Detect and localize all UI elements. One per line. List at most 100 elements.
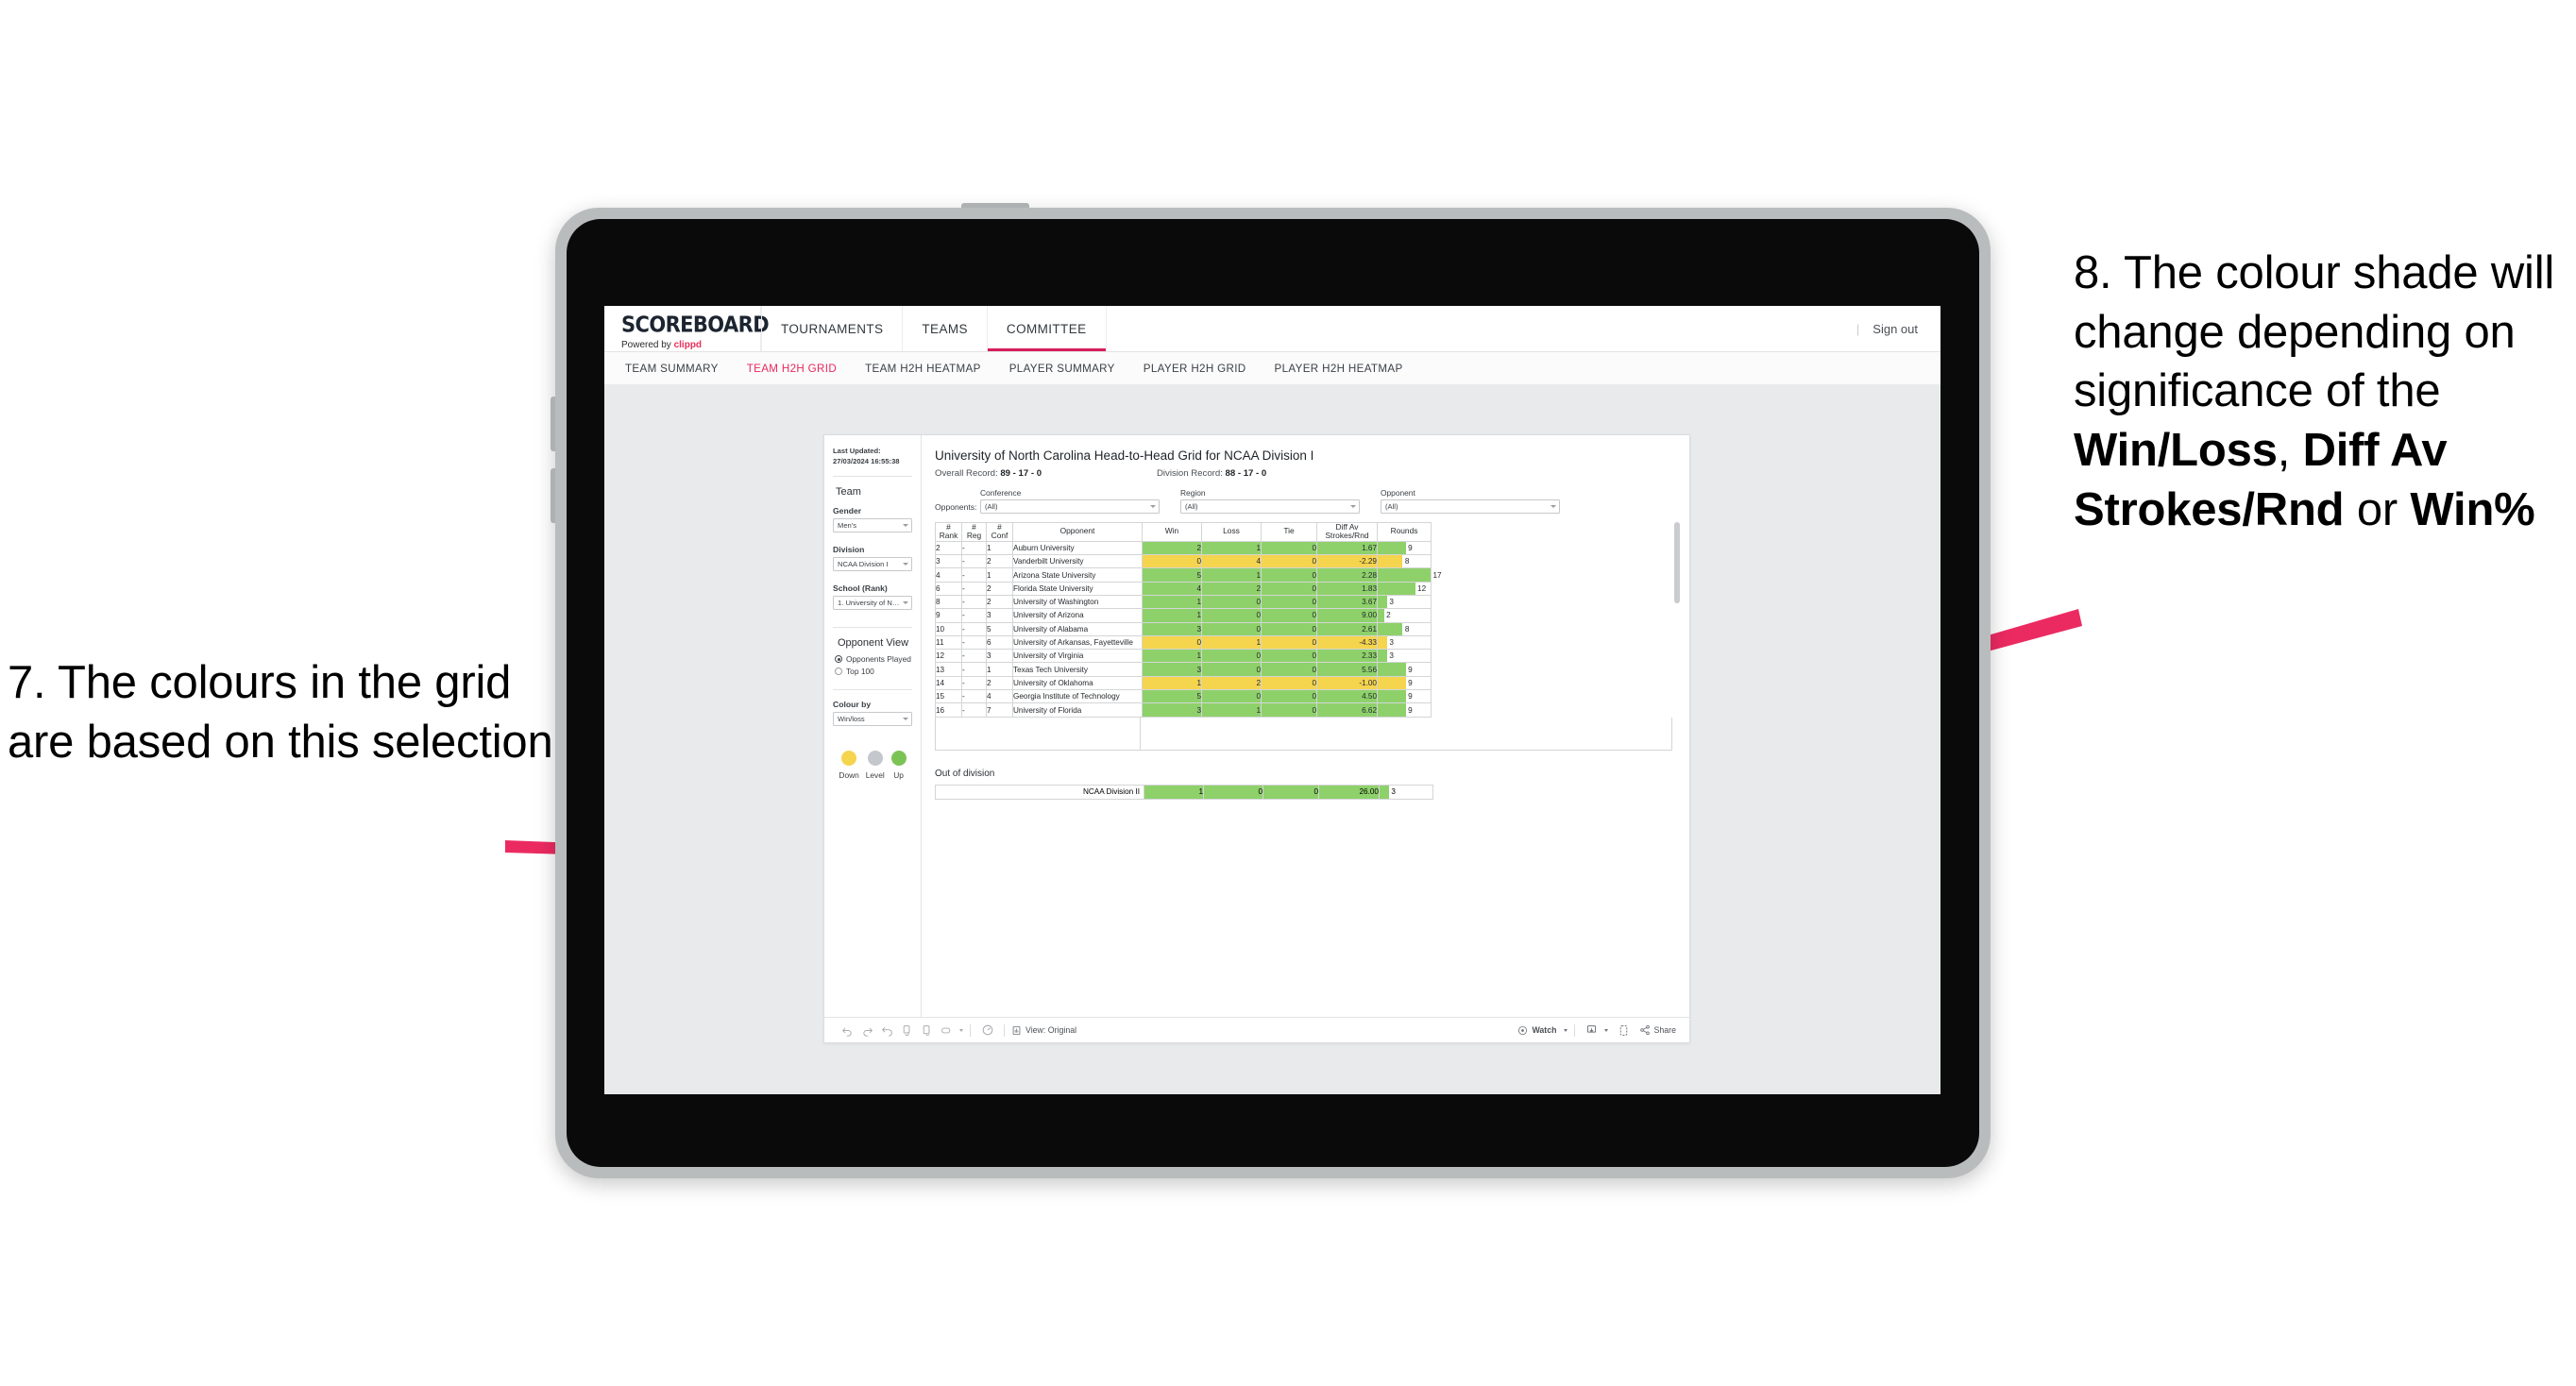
radio-opponents-played[interactable]: Opponents Played: [835, 654, 912, 664]
chevron-down-icon[interactable]: [1603, 1028, 1608, 1032]
highlight-icon[interactable]: [977, 1021, 997, 1040]
subnav-item-player-h2h-heatmap[interactable]: PLAYER H2H HEATMAP: [1275, 363, 1403, 375]
divider: [833, 627, 912, 628]
cell-rank: 4: [935, 567, 962, 583]
nav-label-committee: COMMITTEE: [1006, 321, 1087, 336]
subnav-item-team-h2h-grid[interactable]: TEAM H2H GRID: [747, 363, 837, 375]
cell-rounds-value: 9: [1408, 665, 1413, 674]
dashboard-panel: Last Updated: 27/03/2024 16:55:38 Team G…: [823, 434, 1690, 1043]
filter-school-dropdown[interactable]: 1. University of Nort...: [833, 596, 912, 610]
table-row[interactable]: 12-3 University of Virginia 1 0 0 2.33 3: [935, 649, 1432, 664]
table-row[interactable]: 4-1 Arizona State University 5 1 0 2.28 17: [935, 567, 1442, 583]
legend-dot-up: [890, 751, 907, 766]
cell-win: 5: [1142, 689, 1202, 704]
table-row[interactable]: 11-6 University of Arkansas, Fayetteville…: [935, 634, 1432, 651]
table-row[interactable]: 15-4 Georgia Institute of Technology 5 0 0 4.…: [935, 689, 1432, 704]
cell-reg: -: [961, 689, 987, 704]
sign-out-link[interactable]: Sign out: [1873, 322, 1918, 336]
cell-diff: 6.62: [1316, 702, 1378, 718]
refresh-icon[interactable]: [897, 1021, 917, 1040]
filter-school: School (Rank) 1. University of Nort...: [833, 583, 912, 610]
table-row[interactable]: 6-2 Florida State University 4 2 0 1.83 12: [935, 581, 1432, 597]
view-original-button[interactable]: View: Original: [1011, 1025, 1076, 1036]
subnav-item-player-h2h-grid[interactable]: PLAYER H2H GRID: [1144, 363, 1246, 375]
cell-rank: 11: [935, 634, 962, 651]
nav-item-teams[interactable]: TEAMS: [903, 306, 988, 351]
chevron-down-icon[interactable]: [959, 1028, 963, 1032]
pause-icon[interactable]: [917, 1021, 937, 1040]
watch-button[interactable]: Watch: [1517, 1025, 1568, 1036]
table-row[interactable]: 14-2 University of Oklahoma 1 2 0 -1.00 9: [935, 675, 1432, 691]
filter-colour-by: Colour by Win/loss: [833, 700, 912, 726]
cell-conf: 3: [986, 649, 1013, 664]
filter-conference-dropdown[interactable]: (All): [980, 499, 1160, 514]
table-row[interactable]: 13-1 Texas Tech University 3 0 0 5.56 9: [935, 662, 1432, 677]
cell-conf: 1: [986, 540, 1013, 556]
filter-gender-dropdown[interactable]: Men's: [833, 518, 912, 532]
col-opponent[interactable]: Opponent: [1012, 521, 1143, 542]
filter-division-dropdown[interactable]: NCAA Division I: [833, 557, 912, 571]
cell-win: 5: [1142, 567, 1202, 583]
col-reg[interactable]: # Reg: [961, 521, 987, 542]
filter-opponent-dropdown[interactable]: (All): [1381, 499, 1560, 514]
cell-win: 4: [1142, 581, 1202, 597]
table-scrollbar[interactable]: [1674, 521, 1680, 603]
download-icon[interactable]: [1582, 1021, 1602, 1040]
undo-icon[interactable]: [838, 1021, 857, 1040]
h2h-grid-wrapper: # Rank # Reg # Conf Opponent Win Loss Tie D…: [935, 521, 1680, 751]
col-conf[interactable]: # Conf: [986, 521, 1013, 542]
cell-rounds: 3: [1377, 649, 1432, 664]
filter-colour-by-dropdown[interactable]: Win/loss: [833, 712, 912, 726]
col-rank[interactable]: # Rank: [935, 521, 962, 542]
cell-conf: 4: [986, 689, 1013, 704]
cell-rounds-value: 17: [1432, 570, 1442, 580]
col-diff-av-strokes[interactable]: Diff Av Strokes/Rnd: [1316, 521, 1378, 542]
subnav-item-team-h2h-heatmap[interactable]: TEAM H2H HEATMAP: [865, 363, 981, 375]
device-preview-icon[interactable]: [1614, 1021, 1634, 1040]
cell-tie: 0: [1261, 581, 1317, 597]
brand-logo[interactable]: SCOREBOARD Powered by clippd: [604, 306, 770, 351]
table-row[interactable]: 8-2 University of Washington 1 0 0 3.67 3: [935, 594, 1432, 610]
workspace: Last Updated: 27/03/2024 16:55:38 Team G…: [604, 384, 1940, 1094]
share-button[interactable]: Share: [1639, 1024, 1676, 1036]
cell-rounds: 9: [1377, 675, 1432, 691]
rounds-bar: [1378, 541, 1406, 555]
col-rounds[interactable]: Rounds: [1377, 521, 1432, 542]
table-row[interactable]: 16-7 University of Florida 3 1 0 6.62 9: [935, 702, 1432, 718]
nav-item-tournaments[interactable]: TOURNAMENTS: [761, 306, 904, 351]
table-row[interactable]: 10-5 University of Alabama 3 0 0 2.61 8: [935, 621, 1432, 636]
radio-button-icon: [835, 668, 842, 675]
col-tie[interactable]: Tie: [1261, 521, 1317, 542]
col-loss[interactable]: Loss: [1201, 521, 1262, 542]
table-row[interactable]: 2-1 Auburn University 2 1 0 1.67 9: [935, 540, 1432, 556]
spacer-left: [936, 717, 1141, 750]
cell-rank: 9: [935, 608, 962, 623]
table-header-row: # Rank # Reg # Conf Opponent Win Loss Tie D…: [935, 521, 1432, 542]
filter-opponent-value: (All): [1385, 501, 1398, 511]
filter-region-dropdown[interactable]: (All): [1180, 499, 1360, 514]
subnav-item-player-summary[interactable]: PLAYER SUMMARY: [1009, 363, 1115, 375]
device-layout-icon[interactable]: [937, 1021, 957, 1040]
cell-reg: -: [961, 702, 987, 718]
table-row[interactable]: 3-2 Vanderbilt University 0 4 0 -2.29 8: [935, 554, 1432, 569]
table-row[interactable]: NCAA Division II 1 0 0 26.00 3: [935, 784, 1433, 800]
opponent-filters: Opponents: Conference (All) Region (All)…: [935, 488, 1672, 514]
subnav-item-team-summary[interactable]: TEAM SUMMARY: [625, 363, 719, 375]
annotation-right-mid1: ,: [2277, 425, 2303, 477]
col-diff-line1: Diff Av: [1335, 521, 1359, 532]
revert-icon[interactable]: [877, 1021, 897, 1040]
cell-rank: 15: [935, 689, 962, 704]
radio-top-100[interactable]: Top 100: [835, 667, 912, 676]
cell-conf: 2: [986, 594, 1013, 610]
radio-opponents-played-label: Opponents Played: [846, 654, 911, 664]
cell-tie: 0: [1261, 567, 1317, 583]
cell-tie: 0: [1261, 689, 1317, 704]
table-row[interactable]: 9-3 University of Arizona 1 0 0 9.00 2: [935, 608, 1432, 623]
redo-icon[interactable]: [857, 1021, 877, 1040]
legend-label-level: Level: [865, 770, 885, 780]
cell-rounds: 9: [1377, 689, 1432, 704]
cell-rounds-value: 9: [1408, 678, 1413, 687]
nav-item-committee[interactable]: COMMITTEE: [987, 306, 1107, 351]
toolbar-right-group: Watch Share: [1517, 1021, 1676, 1040]
col-win[interactable]: Win: [1142, 521, 1202, 542]
